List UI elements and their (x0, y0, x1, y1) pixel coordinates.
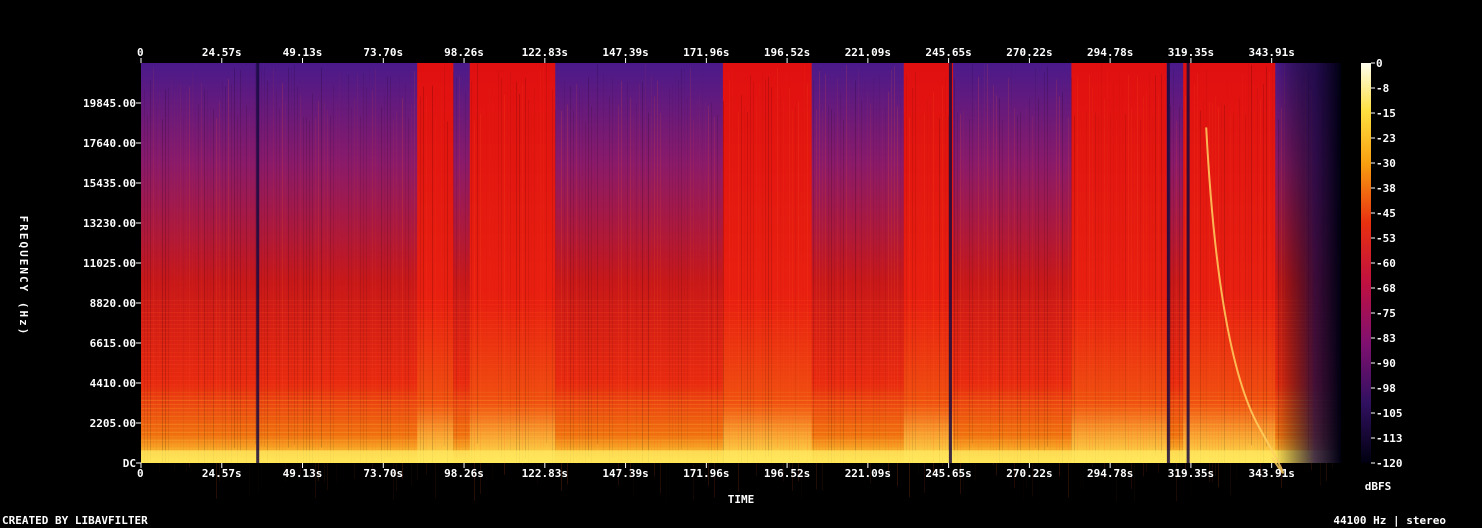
colorbar-tick-label: -113 (1376, 432, 1403, 445)
x-tick-bottom-label: 147.39s (602, 467, 648, 480)
colorbar: 0 -8 -15 -23 -30 -38 -45 -53 -60 -68 -75 -83 -90 -98 -… (1361, 57, 1403, 470)
quiet-drop-2 (1166, 63, 1170, 463)
x-tick-top-label: 171.96s (683, 46, 729, 59)
colorbar-tick-label: -53 (1376, 232, 1396, 245)
x-tick-bottom-label: 270.22s (1006, 467, 1052, 480)
x-tick-bottom-label: 49.13s (283, 467, 323, 480)
colorbar-scale (1361, 63, 1371, 463)
y-axis-label: FREQUENCY (Hz) (17, 216, 30, 337)
colorbar-tick-label: -38 (1376, 182, 1396, 195)
colorbar-label: dBFS (1365, 480, 1392, 493)
x-tick-top-label: 196.52s (764, 46, 810, 59)
x-tick-top-label: 24.57s (202, 46, 242, 59)
x-tick-top-label: 49.13s (283, 46, 323, 59)
x-tick-bottom-label: 24.57s (202, 467, 242, 480)
colorbar-tick-label: -30 (1376, 157, 1396, 170)
x-tick-bottom-label: 221.09s (845, 467, 891, 480)
quiet-drop-1 (948, 63, 952, 463)
colorbar-tick-label: -8 (1376, 82, 1389, 95)
x-tick-top-label: 0 (137, 46, 144, 59)
y-axis-ticks: DC 2205.00 4410.00 6615.00 8820.00 11025.00 13… (83, 97, 141, 470)
y-tick-label: 19845.00 (83, 97, 136, 110)
colorbar-tick-label: -60 (1376, 257, 1396, 270)
quiet-drop-0 (256, 63, 260, 463)
colorbar-tick-label: 0 (1376, 57, 1383, 70)
spectrogram-chart: 0 24.57s 49.13s 73.70s 98.26s 122.83s 147.39s 1… (17, 46, 1403, 506)
x-tick-bottom-label: 122.83s (522, 467, 568, 480)
colorbar-tick-label: -105 (1376, 407, 1403, 420)
x-tick-top-label: 270.22s (1006, 46, 1052, 59)
loud-region-1 (469, 63, 556, 463)
x-tick-bottom-label: 245.65s (925, 467, 971, 480)
colorbar-tick-label: -83 (1376, 332, 1396, 345)
quiet-drop-3 (1186, 63, 1190, 463)
x-tick-top-label: 98.26s (444, 46, 484, 59)
x-tick-top-label: 221.09s (845, 46, 891, 59)
y-tick-label: 13230.00 (83, 217, 136, 230)
colorbar-tick-label: -90 (1376, 357, 1396, 370)
colorbar-tick-label: -45 (1376, 207, 1396, 220)
x-tick-top-label: 294.78s (1087, 46, 1133, 59)
footer-sample-info: 44100 Hz | stereo (1333, 514, 1446, 527)
x-tick-bottom-label: 196.52s (764, 467, 810, 480)
y-tick-label: 17640.00 (83, 137, 136, 150)
fade-out (1275, 63, 1341, 463)
low-frequency-band (141, 450, 1341, 463)
plot-area (141, 63, 1341, 502)
x-tick-bottom-label: 98.26s (444, 467, 484, 480)
x-tick-bottom-label: 73.70s (363, 467, 403, 480)
y-tick-label: 2205.00 (90, 417, 136, 430)
x-tick-bottom-label: 294.78s (1087, 467, 1133, 480)
x-tick-bottom-label: 319.35s (1168, 467, 1214, 480)
y-tick-label: DC (123, 457, 136, 470)
colorbar-tick-label: -120 (1376, 457, 1403, 470)
y-tick-label: 11025.00 (83, 257, 136, 270)
colorbar-tick-label: -15 (1376, 107, 1396, 120)
x-tick-top-label: 122.83s (522, 46, 568, 59)
y-tick-label: 15435.00 (83, 177, 136, 190)
colorbar-tick-label: -75 (1376, 307, 1396, 320)
x-axis-bottom-ticks: 0 24.57s 49.13s 73.70s 98.26s 122.83s 147.39s 1… (137, 463, 1295, 480)
colorbar-tick-label: -23 (1376, 132, 1396, 145)
colorbar-tick-label: -68 (1376, 282, 1396, 295)
colorbar-tick-label: -98 (1376, 382, 1396, 395)
x-axis-top-ticks: 0 24.57s 49.13s 73.70s 98.26s 122.83s 147.39s 1… (137, 46, 1295, 63)
x-tick-top-label: 73.70s (363, 46, 403, 59)
x-tick-top-label: 319.35s (1168, 46, 1214, 59)
y-tick-label: 4410.00 (90, 377, 136, 390)
x-axis-label: TIME (728, 493, 755, 506)
footer-credit: CREATED BY LIBAVFILTER (2, 514, 148, 527)
y-tick-label: 8820.00 (90, 297, 136, 310)
x-tick-top-label: 245.65s (925, 46, 971, 59)
x-tick-bottom-label: 171.96s (683, 467, 729, 480)
y-tick-label: 6615.00 (90, 337, 136, 350)
x-tick-top-label: 343.91s (1248, 46, 1294, 59)
x-tick-top-label: 147.39s (602, 46, 648, 59)
x-tick-bottom-label: 343.91s (1248, 467, 1294, 480)
x-tick-bottom-label: 0 (137, 467, 144, 480)
